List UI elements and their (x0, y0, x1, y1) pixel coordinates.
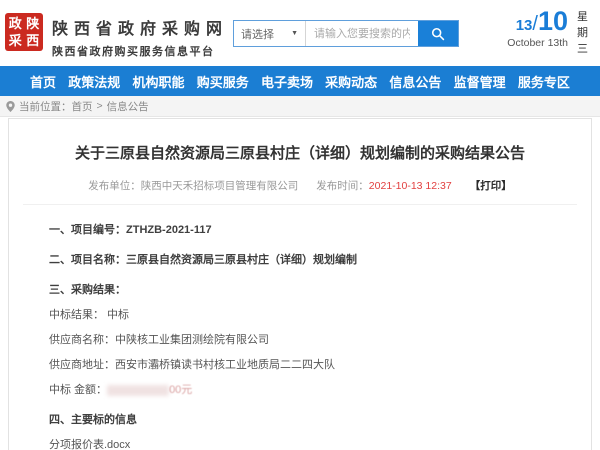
award-amount-visible: 00元 (169, 384, 192, 396)
page-title: 关于三原县自然资源局三原县村庄（详细）规划编制的采购结果公告 (9, 142, 591, 163)
site-title: 陕西省政府采购网 (52, 15, 228, 39)
search-category-label: 请选择 (241, 26, 274, 42)
main-nav: 首页 政策法规 机构职能 购买服务 电子卖场 采购动态 信息公告 监督管理 服务… (0, 66, 600, 96)
supplier-name-line: 供应商名称：中陕核工业集团测绘院有限公司 (49, 331, 571, 347)
site-subtitle: 陕西省政府购买服务信息平台 (52, 43, 228, 59)
date-numbers: 13/10 October 13th (507, 8, 568, 49)
site-logo[interactable]: 政 陕 采 西 (5, 13, 43, 51)
print-button[interactable]: 【打印】 (470, 180, 512, 192)
award-result-line: 中标结果： 中标 (49, 306, 571, 322)
publish-time-value: 2021-10-13 12:37 (369, 180, 452, 192)
nav-item-announcements[interactable]: 信息公告 (389, 72, 441, 91)
logo-char: 西 (25, 33, 42, 50)
breadcrumb-home-link[interactable]: 首页 (72, 99, 93, 114)
site-header: 政 陕 采 西 陕西省政府采购网 陕西省政府购买服务信息平台 请选择 ▼ 13/… (0, 0, 600, 66)
search-category-select[interactable]: 请选择 ▼ (234, 21, 306, 46)
logo-char: 陕 (25, 15, 42, 32)
attachment-link[interactable]: 分项报价表.docx (49, 436, 571, 450)
article-body: 一、项目编号：ZTHZB-2021-117 二、项目名称：三原县自然资源局三原县… (9, 205, 591, 450)
section-procurement-result: 三、采购结果： (49, 281, 571, 297)
supplier-address-line: 供应商地址：西安市灞桥镇读书村核工业地质局二二四大队 (49, 356, 571, 372)
search-button[interactable] (418, 21, 458, 46)
date-month: 10 (538, 6, 568, 36)
breadcrumb-label: 当前位置： (19, 99, 72, 114)
logo-char: 政 (7, 15, 24, 32)
nav-item-procurement-news[interactable]: 采购动态 (325, 72, 377, 91)
nav-item-functions[interactable]: 机构职能 (132, 72, 184, 91)
nav-item-purchase-services[interactable]: 购买服务 (197, 72, 249, 91)
date-english: October 13th (507, 37, 568, 49)
section-main-subject-info: 四、主要标的信息 (49, 411, 571, 427)
breadcrumb-separator: > (97, 100, 103, 112)
redacted-amount (107, 385, 169, 396)
nav-item-e-marketplace[interactable]: 电子卖场 (261, 72, 313, 91)
nav-item-home[interactable]: 首页 (30, 72, 56, 91)
article-meta: 发布单位：陕西中天禾招标项目管理有限公司 发布时间：2021-10-13 12:3… (9, 178, 591, 193)
chevron-down-icon: ▼ (291, 30, 298, 37)
date-display: 13/10 October 13th 星期三 (507, 8, 590, 58)
award-amount-line: 中标 金额： 00元 (49, 381, 571, 397)
location-pin-icon (6, 101, 15, 112)
search-bar: 请选择 ▼ (233, 20, 459, 47)
publisher-label: 发布单位： (88, 180, 141, 192)
date-day: 13 (516, 17, 533, 34)
search-icon (431, 27, 445, 41)
award-amount-label: 中标 金额： (49, 384, 107, 396)
nav-item-policies[interactable]: 政策法规 (68, 72, 120, 91)
section-project-number: 一、项目编号：ZTHZB-2021-117 (49, 221, 571, 237)
site-name: 陕西省政府采购网 陕西省政府购买服务信息平台 (52, 15, 228, 59)
nav-item-service-zone[interactable]: 服务专区 (518, 72, 570, 91)
breadcrumb: 当前位置： 首页 > 信息公告 (0, 96, 600, 117)
search-input[interactable] (306, 21, 418, 46)
publisher-value: 陕西中天禾招标项目管理有限公司 (141, 180, 299, 192)
section-project-name: 二、项目名称：三原县自然资源局三原县村庄（详细）规划编制 (49, 251, 571, 267)
logo-char: 采 (7, 33, 24, 50)
date-weekday: 星期三 (577, 10, 590, 58)
content-panel: 关于三原县自然资源局三原县村庄（详细）规划编制的采购结果公告 发布单位：陕西中天… (8, 118, 592, 450)
breadcrumb-current[interactable]: 信息公告 (107, 99, 149, 114)
nav-item-supervision[interactable]: 监督管理 (454, 72, 506, 91)
publish-time-label: 发布时间： (316, 180, 369, 192)
